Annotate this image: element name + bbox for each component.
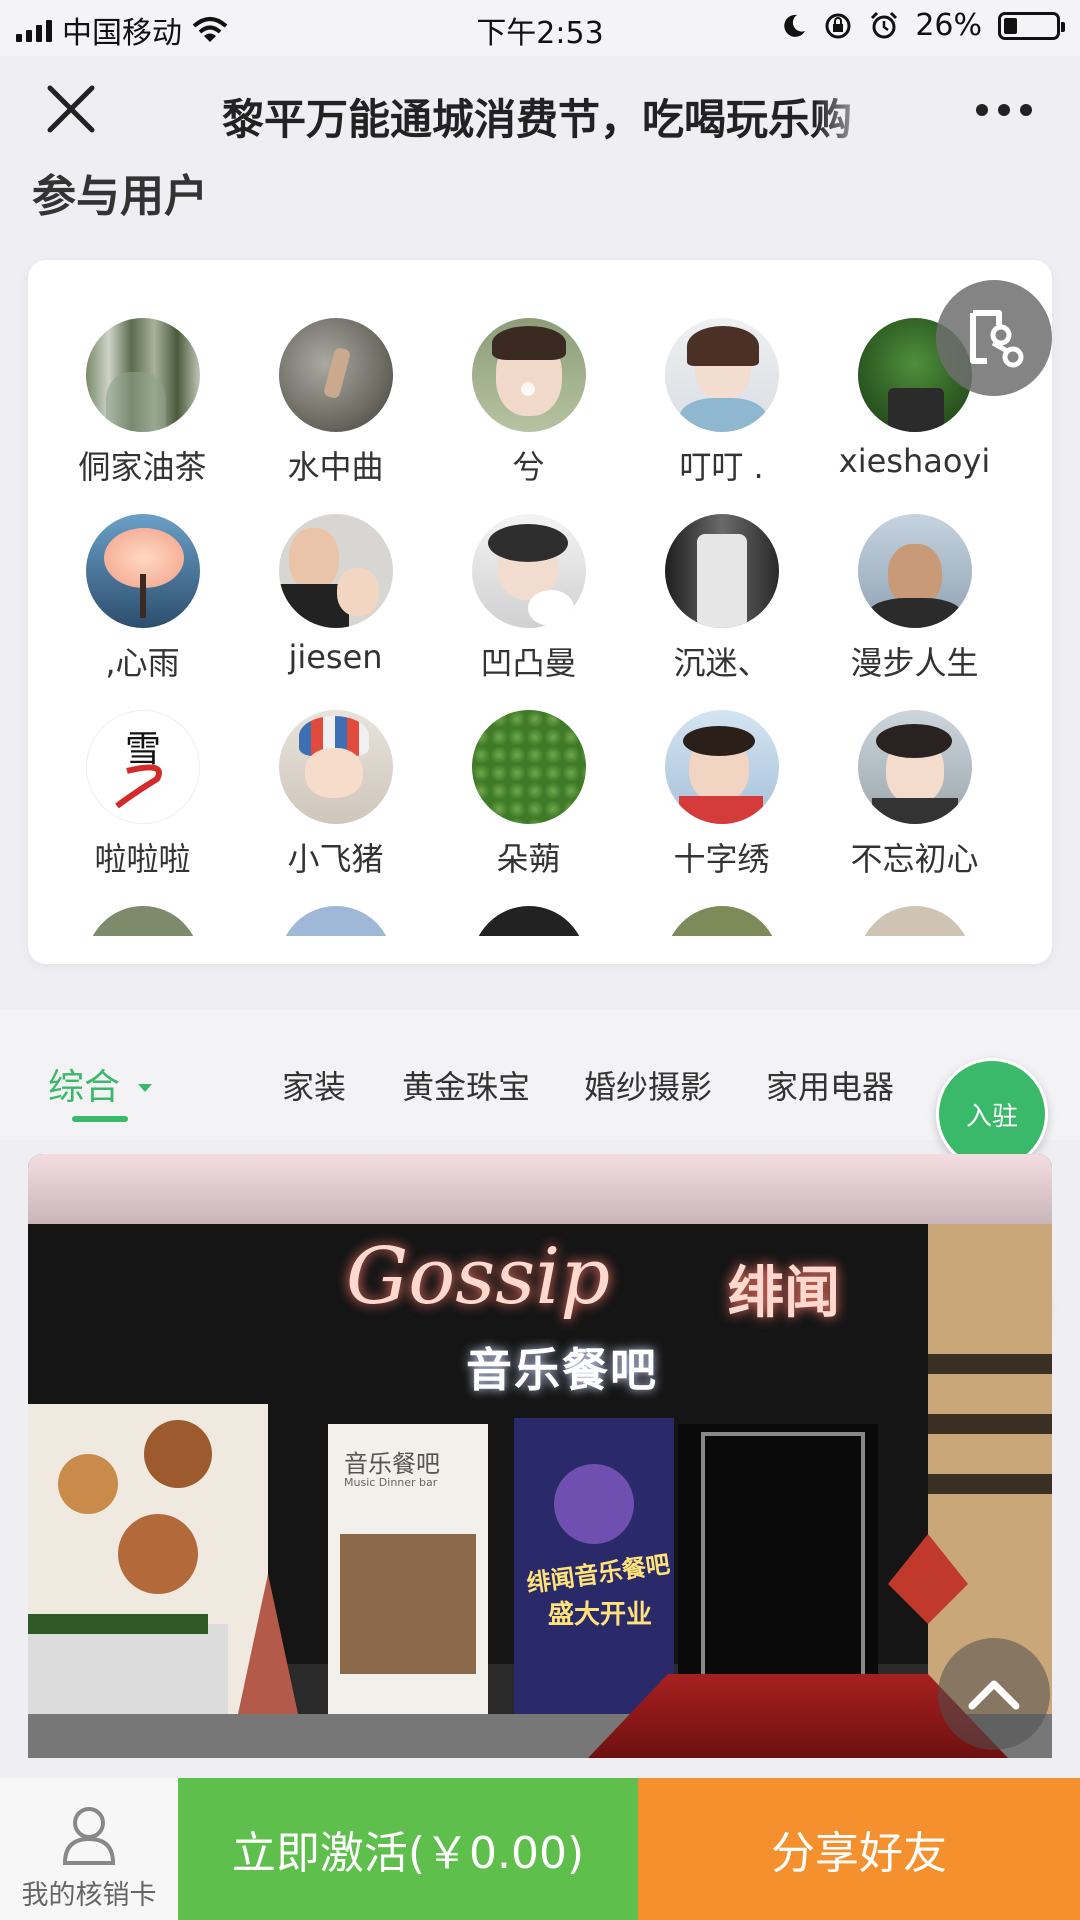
user-avatar [278,906,393,936]
more-dot [1020,104,1032,116]
user-item[interactable]: 雪 啦啦啦 [46,710,239,906]
user-avatar: 雪 [85,710,200,824]
user-item[interactable]: 水中曲 [239,318,432,514]
bottom-action-bar: 我的核销卡 立即激活(￥0.00) 分享好友 [0,1778,1080,1920]
user-name: 小飞猪 [287,840,384,878]
user-item[interactable]: 沉迷、 [625,514,818,710]
partial-avatar-row [46,906,1046,936]
more-dot [976,104,988,116]
user-item[interactable]: 侗家油茶 [46,318,239,514]
battery-fill [1004,17,1017,34]
tab-wedding-photo[interactable]: 婚纱摄影 [584,1062,712,1108]
user-avatar [85,514,200,628]
user-name: 叮叮 . [679,448,764,486]
activate-button[interactable]: 立即激活(￥0.00) [178,1778,638,1920]
participants-card: 侗家油茶 水中曲 兮 叮叮 . xieshaoyi ,心雨 jiesen 凹凸曼… [28,260,1052,964]
user-item[interactable]: 叮叮 . [625,318,818,514]
scroll-to-top-button[interactable] [938,1638,1050,1750]
poster-left-subtitle: Music Dinner bar [344,1476,438,1489]
alarm-icon [871,11,898,38]
user-item[interactable]: 十字绣 [625,710,818,906]
user-name: 漫步人生 [850,644,979,682]
user-name: 啦啦啦 [94,840,191,878]
user-name: 凹凸曼 [480,644,577,682]
user-avatar [471,710,586,824]
chevron-up-icon [968,1680,1020,1710]
merchant-image[interactable]: Gossip 绯闻 音乐餐吧 音乐餐吧 Music Dinner bar 绯闻音… [28,1154,1052,1758]
share-friends-button[interactable]: 分享好友 [638,1778,1080,1920]
participants-grid: 侗家油茶 水中曲 兮 叮叮 . xieshaoyi ,心雨 jiesen 凹凸曼… [28,318,1052,906]
tab-appliances[interactable]: 家用电器 [766,1062,894,1108]
user-name: 朵蒴 [496,840,561,878]
user-avatar [471,514,586,628]
user-avatar [664,514,779,628]
more-dot [998,104,1010,116]
user-avatar [85,906,200,936]
poster-right-subtitle: 盛大开业 [548,1600,653,1630]
status-bar: 中国移动 下午2:53 26% [0,0,1080,56]
close-icon[interactable] [44,82,98,136]
tab-active-indicator [72,1116,128,1122]
user-item[interactable]: 朵蒴 [432,710,625,906]
user-name: xieshaoyi [838,442,991,480]
share-poster-button[interactable] [936,280,1052,396]
user-avatar [471,906,586,936]
nav-bar: 黎平万能通城消费节，吃喝玩乐购 [0,56,1080,160]
user-item[interactable]: ,心雨 [46,514,239,710]
user-name: 不忘初心 [850,840,979,878]
user-avatar [278,514,393,628]
user-name: 十字绣 [673,840,770,878]
share-icon [970,310,1024,368]
tab-all[interactable]: 综合 [48,1058,120,1110]
user-name: 侗家油茶 [78,448,207,486]
snow-logo-icon: 雪 [114,729,162,809]
user-item[interactable]: jiesen [239,514,432,710]
more-icon[interactable] [976,104,1032,116]
tab-jewelry[interactable]: 黄金珠宝 [402,1062,530,1108]
sign-brand-cn: 绯闻 [728,1261,840,1326]
battery-icon [998,11,1065,40]
sign-subtitle: 音乐餐吧 [466,1343,658,1397]
user-avatar [664,710,779,824]
user-avatar [664,318,779,432]
user-item[interactable]: 小飞猪 [239,710,432,906]
page-title: 黎平万能通城消费节，吃喝玩乐购 [222,95,853,144]
user-avatar [664,906,779,936]
user-name: ,心雨 [105,644,180,682]
user-avatar [857,710,972,824]
user-avatar [857,514,972,628]
user-name: 水中曲 [287,448,384,486]
battery-percent: 26% [915,8,982,43]
my-card-label: 我的核销卡 [21,1880,157,1911]
user-item[interactable]: 兮 [432,318,625,514]
user-name: 沉迷、 [673,644,770,682]
dropdown-caret-icon[interactable] [138,1084,152,1092]
user-avatar [85,318,200,432]
participants-title: 参与用户 [32,171,208,222]
category-tabs: 综合 家装 黄金珠宝 婚纱摄影 家用电器 五 [0,1010,1080,1140]
poster-left-title: 音乐餐吧 [344,1450,440,1478]
svg-text:雪: 雪 [125,729,161,770]
tab-home-decor[interactable]: 家装 [282,1062,346,1108]
sign-brand: Gossip [346,1232,611,1322]
user-name: jiesen [288,638,383,676]
user-name: 兮 [512,448,545,486]
user-avatar [471,318,586,432]
status-right: 26% [781,8,1065,43]
user-item[interactable]: 漫步人生 [818,514,1011,710]
user-item[interactable]: 凹凸曼 [432,514,625,710]
rotation-lock-icon [825,13,851,38]
user-item[interactable]: 不忘初心 [818,710,1011,906]
user-avatar [278,318,393,432]
moon-icon [784,14,806,37]
my-card-tab[interactable]: 我的核销卡 [0,1778,178,1920]
user-avatar [857,906,972,936]
user-icon [62,1807,116,1865]
user-avatar [278,710,393,824]
